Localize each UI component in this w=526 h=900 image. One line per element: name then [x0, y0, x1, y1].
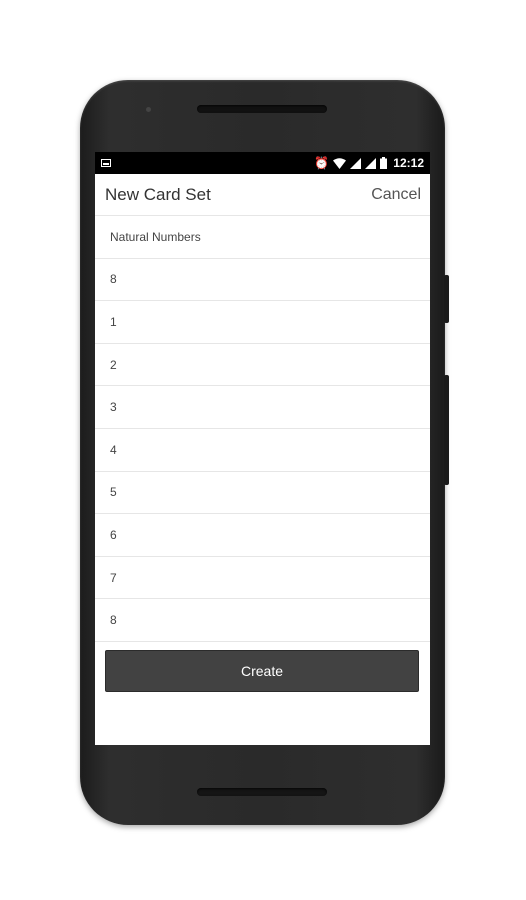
app-header: New Card Set Cancel — [95, 174, 430, 216]
card-field[interactable]: 8 — [110, 613, 117, 627]
front-camera — [146, 107, 151, 112]
signal-icon — [350, 157, 362, 169]
field-row[interactable]: 1 — [95, 301, 430, 344]
volume-button — [444, 375, 449, 485]
card-field[interactable]: 5 — [110, 485, 117, 499]
field-row[interactable]: 4 — [95, 429, 430, 472]
card-field-list: Natural Numbers 8 1 2 3 4 5 6 7 8 — [95, 216, 430, 642]
card-field[interactable]: 3 — [110, 400, 117, 414]
set-name-field[interactable]: Natural Numbers — [110, 230, 201, 244]
field-row[interactable]: 5 — [95, 472, 430, 515]
status-time: 12:12 — [393, 156, 424, 170]
field-row[interactable]: 8 — [95, 599, 430, 642]
bottom-speaker — [197, 788, 327, 796]
create-button[interactable]: Create — [105, 650, 419, 692]
power-button — [444, 275, 449, 323]
field-row[interactable]: 8 — [95, 259, 430, 302]
alarm-icon: ⏰ — [314, 156, 330, 170]
status-bar: ⏰ 12:12 — [95, 152, 430, 174]
phone-frame: ⏰ 12:12 New Card Set Cancel Natural Numb… — [80, 80, 449, 825]
card-field[interactable]: 7 — [110, 571, 117, 585]
card-field[interactable]: 6 — [110, 528, 117, 542]
wifi-icon — [333, 157, 347, 169]
card-field[interactable]: 8 — [110, 272, 117, 286]
cancel-button[interactable]: Cancel — [371, 186, 421, 204]
screen: ⏰ 12:12 New Card Set Cancel Natural Numb… — [95, 152, 430, 745]
stage: ⏰ 12:12 New Card Set Cancel Natural Numb… — [0, 0, 526, 900]
field-row[interactable]: 6 — [95, 514, 430, 557]
status-left — [101, 159, 111, 167]
field-row[interactable]: 3 — [95, 386, 430, 429]
page-title: New Card Set — [105, 184, 211, 204]
card-field[interactable]: 4 — [110, 443, 117, 457]
card-field[interactable]: 1 — [110, 315, 117, 329]
signal-icon — [365, 157, 377, 169]
card-field[interactable]: 2 — [110, 358, 117, 372]
notification-icon — [101, 159, 111, 167]
field-row[interactable]: 7 — [95, 557, 430, 600]
field-row[interactable]: Natural Numbers — [95, 216, 430, 259]
status-right: ⏰ 12:12 — [314, 156, 424, 170]
earpiece-speaker — [197, 105, 327, 113]
field-row[interactable]: 2 — [95, 344, 430, 387]
battery-icon — [380, 157, 388, 169]
